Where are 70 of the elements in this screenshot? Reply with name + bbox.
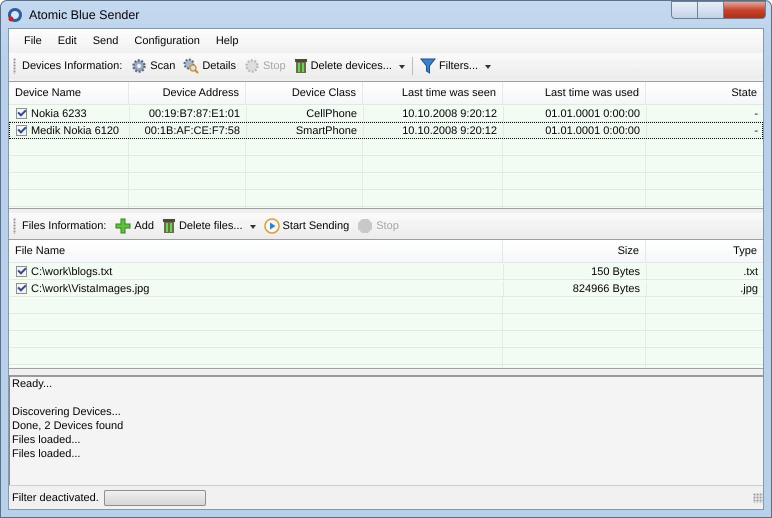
table-cell: 10.10.2008 9:20:12 [364, 106, 504, 121]
status-text: Filter deactivated. [12, 492, 99, 504]
column-header[interactable]: Last time was used [503, 82, 646, 104]
table-row[interactable]: C:\work\VistaImages.jpg 824966 Bytes .jpg [9, 280, 763, 297]
menu-item[interactable]: Edit [50, 35, 85, 47]
table-cell: C:\work\VistaImages.jpg [31, 282, 150, 294]
toolbar-button[interactable]: Filters... [416, 56, 494, 76]
table-cell: C:\work\blogs.txt [31, 266, 112, 278]
toolbar-button[interactable]: Delete files... [158, 216, 259, 236]
checkbox[interactable] [16, 108, 27, 119]
menu-item[interactable]: File [16, 35, 50, 47]
toolbar-button[interactable]: Start Sending [260, 216, 352, 236]
checkbox[interactable] [16, 125, 27, 136]
log-line: Done, 2 Devices found [12, 419, 124, 433]
toolbar-button[interactable]: Details [180, 56, 239, 76]
table-cell: 01.01.0001 0:00:00 [504, 123, 647, 138]
table-row[interactable]: Medik Nokia 6120 00:1B:AF:CE:F7:58 SmartPhone 10.10.2008 9:20:12 01.01.0001 0:00:00 - [9, 122, 763, 139]
play-icon [264, 218, 280, 234]
stop-icon [357, 218, 374, 234]
table-cell: 00:19:B7:87:E1:01 [130, 106, 247, 121]
table-cell: .txt [647, 264, 763, 279]
table-cell: .jpg [647, 281, 763, 296]
gear-icon [244, 58, 260, 74]
menu-item[interactable]: Help [208, 35, 246, 47]
toolbar-title: Files Information: [22, 220, 106, 232]
table-cell: SmartPhone [247, 123, 364, 138]
toolbar-button[interactable]: Scan [128, 56, 178, 76]
minimize-button[interactable] [671, 1, 697, 19]
maximize-button[interactable] [697, 1, 723, 19]
column-header[interactable]: Device Name [9, 82, 129, 104]
trash-can-icon [162, 218, 176, 234]
toolbar-title: Devices Information: [22, 60, 122, 72]
table-cell: - [647, 106, 763, 121]
trash-can-icon [294, 58, 308, 74]
table-row[interactable]: Nokia 6233 00:19:B7:87:E1:01 CellPhone 10.10.2008 9:20:12 01.01.0001 0:00:00 - [9, 105, 763, 122]
table-cell: Nokia 6233 [31, 108, 87, 120]
table-cell: 01.01.0001 0:00:00 [504, 106, 647, 121]
log-line: Discovering Devices... [12, 405, 121, 419]
menu-item[interactable]: Send [84, 35, 126, 47]
column-header[interactable]: Device Address [129, 82, 246, 104]
table-cell: 10.10.2008 9:20:12 [364, 123, 504, 138]
table-cell: CellPhone [247, 106, 364, 121]
table-cell: - [647, 123, 763, 138]
checkbox[interactable] [16, 266, 27, 277]
menu-item[interactable]: Configuration [126, 35, 208, 47]
column-header[interactable]: State [646, 82, 763, 104]
app-logo [7, 6, 23, 22]
magnifier-gear-icon [183, 58, 200, 74]
log-line: Ready... [12, 377, 52, 391]
plus-icon [115, 218, 132, 234]
table-cell: 00:1B:AF:CE:F7:58 [130, 123, 247, 138]
log-line: Files loaded... [12, 447, 80, 461]
column-header[interactable]: Device Class [246, 82, 363, 104]
filter-icon [420, 58, 436, 74]
gear-icon [131, 58, 148, 74]
toolbar-button[interactable]: Add [112, 216, 157, 236]
checkbox[interactable] [16, 283, 27, 294]
table-cell: 150 Bytes [504, 264, 647, 279]
window-title: Atomic Blue Sender [29, 8, 140, 22]
resize-grip[interactable] [753, 492, 763, 502]
table-cell: 824966 Bytes [504, 281, 647, 296]
close-button[interactable] [723, 1, 766, 19]
table-row[interactable]: C:\work\blogs.txt 150 Bytes .txt [9, 263, 763, 280]
column-header[interactable]: File Name [9, 240, 503, 262]
log-line: Files loaded... [12, 433, 80, 447]
column-header[interactable]: Size [503, 240, 646, 262]
column-header[interactable]: Type [646, 240, 763, 262]
toolbar-button[interactable]: Delete devices... [290, 56, 408, 76]
column-header[interactable]: Last time was seen [363, 82, 503, 104]
table-cell: Medik Nokia 6120 [31, 124, 120, 136]
